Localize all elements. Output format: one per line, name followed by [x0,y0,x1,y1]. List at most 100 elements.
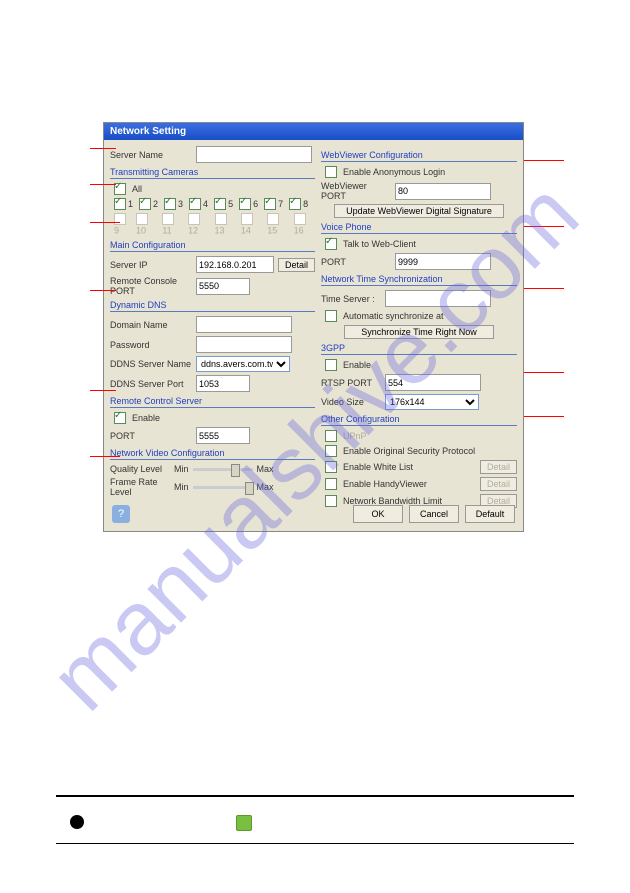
ddns-server-select[interactable]: ddns.avers.com.tw [196,356,290,372]
frame-slider[interactable] [193,486,253,489]
camera-checkbox[interactable] [189,198,201,210]
whitelist-checkbox[interactable] [325,461,337,473]
frame-label: Frame Rate Level [110,477,170,497]
auto-sync-checkbox[interactable] [325,310,337,322]
camera-checkbox[interactable] [162,213,174,225]
auto-sync-label: Automatic synchronize at [343,311,444,321]
camera-checkbox[interactable] [294,213,306,225]
upnp-label: UPnP [343,431,367,441]
camera-checkbox[interactable] [188,213,200,225]
pointer-line [524,160,564,161]
handy-label: Enable HandyViewer [343,479,427,489]
wv-port-input[interactable] [395,183,491,200]
gpp-enable-checkbox[interactable] [325,359,337,371]
pointer-line [524,416,564,417]
ddns-port-input[interactable] [196,375,250,392]
app-icon [236,815,252,831]
help-icon[interactable]: ? [112,505,130,523]
pointer-line [90,184,116,185]
dynamic-dns-title: Dynamic DNS [110,300,315,312]
camera-checkbox[interactable] [164,198,176,210]
quality-label: Quality Level [110,464,170,474]
domain-label: Domain Name [110,320,192,330]
dialog-title: Network Setting [104,123,523,140]
camera-checkbox[interactable] [264,198,276,210]
bottom-bar: ? OK Cancel Default [104,501,523,527]
cancel-button[interactable]: Cancel [409,505,459,523]
handy-checkbox[interactable] [325,478,337,490]
server-name-label: Server Name [110,150,192,160]
pointer-line [524,226,564,227]
password-input[interactable] [196,336,292,353]
rtsp-input[interactable] [385,374,481,391]
detail-button[interactable]: Detail [278,258,315,272]
upnp-checkbox[interactable] [325,430,337,442]
transmitting-cameras-title: Transmitting Cameras [110,167,315,179]
other-title: Other Configuration [321,414,517,426]
camera-checkbox[interactable] [214,198,226,210]
pointer-line [524,288,564,289]
domain-input[interactable] [196,316,292,333]
pointer-line [90,290,116,291]
ts-input[interactable] [385,290,491,307]
camera-checkbox[interactable] [215,213,227,225]
rtsp-label: RTSP PORT [321,378,381,388]
camera-checkbox[interactable] [114,198,126,210]
handy-detail-button[interactable]: Detail [480,477,517,491]
voice-title: Voice Phone [321,222,517,234]
ddns-server-label: DDNS Server Name [110,359,192,369]
sec-proto-label: Enable Original Security Protocol [343,446,475,456]
quality-max: Max [257,464,274,474]
anon-checkbox[interactable] [325,166,337,178]
quality-slider[interactable] [193,468,253,471]
vsize-label: Video Size [321,397,381,407]
ok-button[interactable]: OK [353,505,403,523]
rcs-enable-checkbox[interactable] [114,412,126,424]
anon-label: Enable Anonymous Login [343,167,445,177]
rcs-port-input[interactable] [196,427,250,444]
camera-checkbox[interactable] [139,198,151,210]
whitelist-detail-button[interactable]: Detail [480,460,517,474]
update-signature-button[interactable]: Update WebViewer Digital Signature [334,204,504,218]
remote-port-input[interactable] [196,278,250,295]
footer-line [56,843,574,844]
talk-label: Talk to Web-Client [343,239,416,249]
camera-checkbox[interactable] [241,213,253,225]
camera-checkbox[interactable] [239,198,251,210]
camera-checkbox[interactable] [267,213,279,225]
sec-proto-checkbox[interactable] [325,445,337,457]
network-setting-dialog: Network Setting Server Name Transmitting… [103,122,524,532]
talk-checkbox[interactable] [325,238,337,250]
pointer-line [524,372,564,373]
rcs-port-label: PORT [110,431,192,441]
gpp-title: 3GPP [321,343,517,355]
left-column: Server Name Transmitting Cameras All 123… [110,146,315,511]
camera-checkbox[interactable] [136,213,148,225]
voice-port-label: PORT [321,257,391,267]
pointer-line [90,148,116,149]
frame-min: Min [174,482,189,492]
rcs-enable-label: Enable [132,413,160,423]
bullet-icon [70,815,84,829]
pointer-line [90,456,120,457]
voice-port-input[interactable] [395,253,491,270]
sync-now-button[interactable]: Synchronize Time Right Now [344,325,494,339]
whitelist-label: Enable White List [343,462,413,472]
frame-max: Max [257,482,274,492]
quality-min: Min [174,464,189,474]
vsize-select[interactable]: 176x144 [385,394,479,410]
gpp-enable-label: Enable [343,360,371,370]
default-button[interactable]: Default [465,505,515,523]
main-config-title: Main Configuration [110,240,315,252]
password-label: Password [110,340,192,350]
nvc-title: Network Video Configuration [110,448,315,460]
ddns-port-label: DDNS Server Port [110,379,192,389]
server-ip-input[interactable] [196,256,274,273]
camera-checkbox[interactable] [289,198,301,210]
ts-label: Time Server : [321,294,381,304]
rcs-title: Remote Control Server [110,396,315,408]
server-name-input[interactable] [196,146,312,163]
camera-checkbox[interactable] [114,213,126,225]
footer-line [56,795,574,797]
right-column: WebViewer Configuration Enable Anonymous… [321,146,517,511]
